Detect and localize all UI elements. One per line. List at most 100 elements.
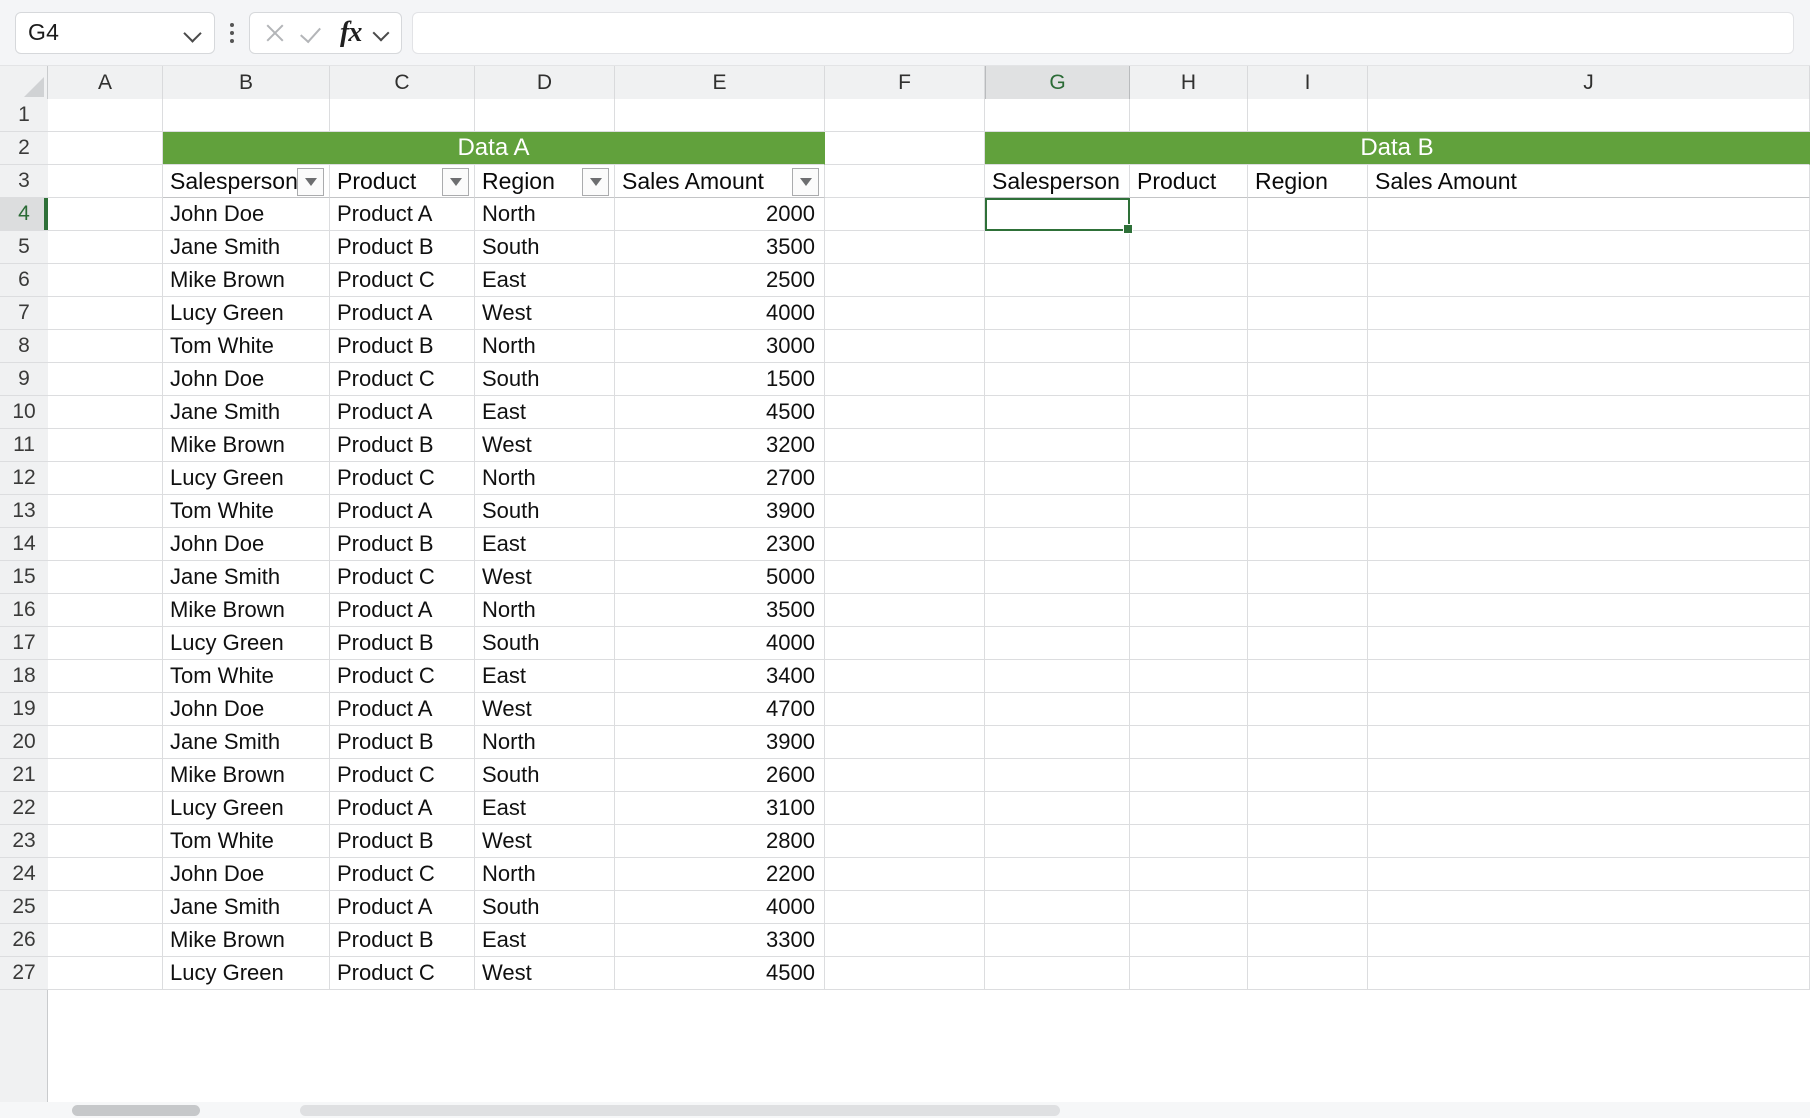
table-row[interactable]: Jane Smith — [163, 231, 330, 264]
row-header-25[interactable]: 25 — [0, 891, 48, 924]
table-row[interactable]: 3900 — [615, 726, 825, 759]
grid-cell[interactable] — [985, 231, 1130, 264]
table-row[interactable]: 3500 — [615, 594, 825, 627]
grid-cell[interactable] — [1130, 759, 1248, 792]
table-row[interactable]: Product A — [330, 891, 475, 924]
grid-cell[interactable] — [825, 660, 985, 693]
grid-cell[interactable] — [48, 495, 163, 528]
grid-cell[interactable] — [825, 132, 985, 165]
table-row[interactable]: John Doe — [163, 363, 330, 396]
row-header-19[interactable]: 19 — [0, 693, 48, 726]
table-row[interactable]: Product B — [330, 528, 475, 561]
table-row[interactable]: Tom White — [163, 330, 330, 363]
grid-cell[interactable] — [985, 891, 1130, 924]
row-header-5[interactable]: 5 — [0, 231, 48, 264]
grid-cell[interactable] — [1368, 957, 1810, 990]
filter-dropdown-icon[interactable] — [582, 168, 609, 196]
grid-cell[interactable] — [1248, 363, 1368, 396]
table-row[interactable]: John Doe — [163, 858, 330, 891]
grid-cell[interactable] — [48, 627, 163, 660]
grid-cell[interactable] — [1130, 858, 1248, 891]
table-row[interactable]: North — [475, 594, 615, 627]
function-icon[interactable]: fx — [340, 20, 361, 46]
grid-cell[interactable] — [1248, 693, 1368, 726]
table-row[interactable]: West — [475, 825, 615, 858]
table-row[interactable]: Mike Brown — [163, 264, 330, 297]
grid-cell[interactable] — [1130, 660, 1248, 693]
column-header-d[interactable]: D — [475, 66, 615, 99]
table-row[interactable]: West — [475, 297, 615, 330]
grid-cell[interactable] — [825, 264, 985, 297]
grid-cell[interactable] — [825, 198, 985, 231]
grid-cell[interactable] — [1368, 528, 1810, 561]
grid-cell[interactable] — [1368, 198, 1810, 231]
grid-cell[interactable] — [1368, 627, 1810, 660]
column-header-h[interactable]: H — [1130, 66, 1248, 99]
column-header-g[interactable]: G — [985, 66, 1130, 99]
table-row[interactable]: Tom White — [163, 660, 330, 693]
horizontal-scrollbar-track[interactable] — [300, 1105, 1060, 1116]
table-row[interactable]: Product A — [330, 495, 475, 528]
grid-cell[interactable] — [1248, 561, 1368, 594]
column-header-i[interactable]: I — [1248, 66, 1368, 99]
grid-cell[interactable] — [825, 231, 985, 264]
table-row[interactable]: Product B — [330, 231, 475, 264]
column-header-a[interactable]: A — [48, 66, 163, 99]
grid-cell[interactable] — [1130, 594, 1248, 627]
row-header-17[interactable]: 17 — [0, 627, 48, 660]
table-row[interactable]: Tom White — [163, 495, 330, 528]
table-row[interactable]: 1500 — [615, 363, 825, 396]
grid-cell[interactable] — [825, 528, 985, 561]
grid-cell[interactable] — [825, 957, 985, 990]
row-header-1[interactable]: 1 — [0, 99, 48, 132]
table-row[interactable]: 2500 — [615, 264, 825, 297]
grid-cell[interactable] — [48, 165, 163, 198]
table-header-cell[interactable]: Salesperson — [985, 165, 1130, 198]
table-row[interactable]: Mike Brown — [163, 924, 330, 957]
chevron-down-icon[interactable] — [185, 24, 202, 41]
grid-cell[interactable] — [1248, 825, 1368, 858]
grid-cell[interactable] — [1368, 99, 1810, 132]
table-row[interactable]: South — [475, 759, 615, 792]
more-options-button[interactable] — [219, 12, 245, 54]
table-row[interactable]: John Doe — [163, 693, 330, 726]
grid-cell[interactable] — [1248, 924, 1368, 957]
grid-cell[interactable] — [1248, 495, 1368, 528]
grid-cell[interactable] — [985, 330, 1130, 363]
grid-cell[interactable] — [48, 957, 163, 990]
grid-cell[interactable] — [1368, 693, 1810, 726]
table-row[interactable]: 3300 — [615, 924, 825, 957]
table-row[interactable]: Lucy Green — [163, 792, 330, 825]
grid-cell[interactable] — [1248, 957, 1368, 990]
grid-cell[interactable] — [1248, 627, 1368, 660]
grid-cell[interactable] — [825, 858, 985, 891]
grid-cell[interactable] — [985, 495, 1130, 528]
grid-cell[interactable] — [825, 165, 985, 198]
table-row[interactable]: 2800 — [615, 825, 825, 858]
grid-cell[interactable] — [48, 528, 163, 561]
grid-cell[interactable] — [985, 792, 1130, 825]
table-row[interactable]: East — [475, 396, 615, 429]
table-row[interactable]: East — [475, 924, 615, 957]
table-row[interactable]: Lucy Green — [163, 627, 330, 660]
grid-cell[interactable] — [1248, 594, 1368, 627]
grid-cell[interactable] — [985, 759, 1130, 792]
filter-dropdown-icon[interactable] — [442, 168, 469, 196]
table-row[interactable]: South — [475, 363, 615, 396]
grid-cell[interactable] — [985, 825, 1130, 858]
table-row[interactable]: Product B — [330, 726, 475, 759]
grid-cell[interactable] — [985, 99, 1130, 132]
grid-cell[interactable] — [1368, 231, 1810, 264]
table-row[interactable]: Product C — [330, 561, 475, 594]
grid-cell[interactable] — [1368, 363, 1810, 396]
grid-cell[interactable] — [615, 99, 825, 132]
row-header-22[interactable]: 22 — [0, 792, 48, 825]
grid-cell[interactable] — [48, 858, 163, 891]
table-row[interactable]: Product B — [330, 825, 475, 858]
grid-cell[interactable] — [1130, 627, 1248, 660]
grid-cell[interactable] — [1130, 462, 1248, 495]
grid-cell[interactable] — [1368, 495, 1810, 528]
grid-cell[interactable] — [1248, 330, 1368, 363]
row-header-18[interactable]: 18 — [0, 660, 48, 693]
grid-cell[interactable] — [48, 99, 163, 132]
